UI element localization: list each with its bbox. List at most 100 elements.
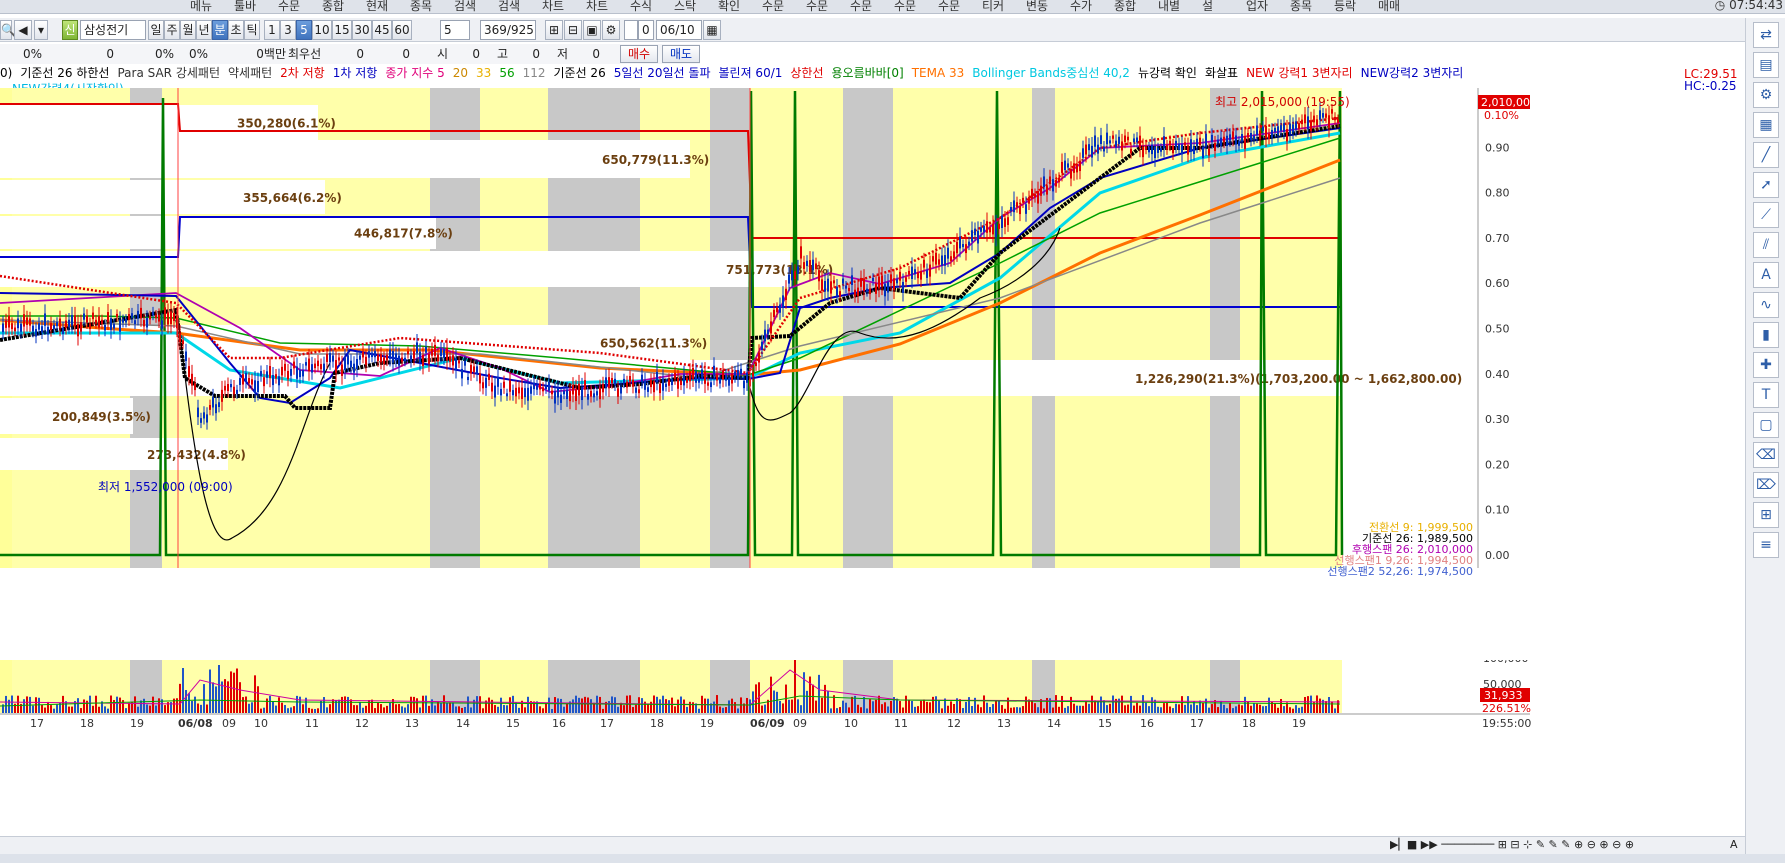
top-menu-item[interactable]: 수가 [1070,0,1092,14]
calendar-icon[interactable]: ▦ [703,20,721,40]
sell-button[interactable]: 매도 [662,45,700,63]
cross-icon[interactable]: ✚ [1753,352,1779,378]
candle-icon[interactable]: ▮ [1753,322,1779,348]
interval-select[interactable]: 5 [440,20,470,40]
buy-button[interactable]: 매수 [620,45,658,63]
zoom-in-icon[interactable]: ⊞ [545,20,563,40]
channel-icon[interactable]: ⫽ [1753,232,1779,258]
text-icon[interactable]: T [1753,382,1779,408]
top-menu-item[interactable]: 차트 [542,0,564,14]
legend-item[interactable]: 56 [499,66,514,80]
period-button[interactable]: 일 [148,20,164,40]
search-icon[interactable]: 🔍 [0,20,16,40]
interval-button[interactable]: 60 [392,20,412,40]
settings-icon[interactable]: ▤ [1753,52,1779,78]
interval-button[interactable]: 15 [332,20,352,40]
legend-item[interactable]: 33 [476,66,491,80]
legend-item[interactable]: 화살표 [1205,66,1238,80]
top-menu-item[interactable]: 차트 [586,0,608,14]
period-button[interactable]: 년 [196,20,212,40]
top-menu-item[interactable]: 티커 [982,0,1004,14]
legend-item[interactable]: 종가 지수 5 [385,66,444,80]
wave-icon[interactable]: ∿ [1753,292,1779,318]
period-button[interactable]: 주 [164,20,180,40]
interval-button[interactable]: 5 [296,20,312,40]
legend-item[interactable]: 0) [0,66,12,80]
stock-badge[interactable]: 신 [62,20,78,40]
top-menu-item[interactable]: 내별 [1158,0,1180,14]
legend-item[interactable]: 용오름바바[0] [832,66,904,80]
top-menu-item[interactable]: 종목 [410,0,432,14]
top-menu-item[interactable]: 확인 [718,0,740,14]
save-icon[interactable]: ▣ [583,20,601,40]
period-button[interactable]: 분 [212,20,228,40]
stock-name-field[interactable]: 삼성전기 [80,20,146,40]
legend-item[interactable]: 112 [523,66,546,80]
legend-item[interactable]: 약세패턴 [228,66,272,80]
speaker-icon[interactable]: ◀ [14,20,32,40]
top-menu-item[interactable]: 업자 [1246,0,1268,14]
top-menu-item[interactable]: 검색 [498,0,520,14]
top-menu-item[interactable]: 툴바 [234,0,256,14]
ruler-icon[interactable]: ≡ [1753,532,1779,558]
legend-item[interactable]: 상한선 [790,66,823,80]
top-menu-item[interactable]: 수문 [938,0,960,14]
legend-item[interactable]: NEW 강력1 3변자리 [1246,66,1353,80]
period-button[interactable]: 월 [180,20,196,40]
gear-icon[interactable]: ⚙ [1753,82,1779,108]
period-button[interactable]: 틱 [244,20,260,40]
legend-item[interactable]: Bollinger Bands중심선 40,2 [972,66,1130,80]
top-menu-item[interactable]: 수문 [806,0,828,14]
indicator-icon[interactable]: ▦ [1753,112,1779,138]
top-menu-item[interactable]: 검색 [454,0,476,14]
top-menu-item[interactable]: 종합 [322,0,344,14]
eraser-icon[interactable]: ⌫ [1753,442,1779,468]
legend-item[interactable]: NEW강력2 3변자리 [1361,66,1464,80]
cursor-icon[interactable]: ➚ [1753,172,1779,198]
box-icon[interactable]: ▢ [1753,412,1779,438]
scroll-controls[interactable]: ▶▏■ ▶▶ ──────── ⊞ ⊟ ⊹ ✎ ✎ ✎ ⊕ ⊖ ⊕ ⊖ ⊕ [1390,838,1634,851]
top-menu-item[interactable]: 매매 [1378,0,1400,14]
bar-count-field[interactable]: 369/925 [480,20,536,40]
top-menu-item[interactable]: 종목 [1290,0,1312,14]
line-icon[interactable]: ╱ [1753,142,1779,168]
top-menu-item[interactable]: 수문 [850,0,872,14]
legend-item[interactable]: 20 [453,66,468,80]
top-menu-item[interactable]: 수식 [630,0,652,14]
grid-icon[interactable]: ⊞ [1753,502,1779,528]
top-menu-item[interactable]: 스탁 [674,0,696,14]
trend-line-icon[interactable]: ⟋ [1753,202,1779,228]
legend-item[interactable]: 2차 저항 [280,66,325,80]
top-menu-item[interactable]: 설 [1202,0,1213,14]
legend-item[interactable]: 기준선 26 [554,66,606,80]
top-menu-item[interactable]: 등락 [1334,0,1356,14]
volume-chart[interactable]: 120200,000150,000100,00050,00031,933226.… [0,660,1745,836]
auto-scale-label[interactable]: A [1730,838,1738,851]
interval-button[interactable]: 3 [280,20,296,40]
legend-item[interactable]: Para SAR 강세패턴 [117,66,220,80]
top-menu-item[interactable]: 수문 [894,0,916,14]
price-chart[interactable]: 350,280(6.1%) 650,779(11.3%) 355,664(6.2%)… [0,88,1745,660]
interval-button[interactable]: 1 [264,20,280,40]
interval-button[interactable]: 30 [352,20,372,40]
legend-item[interactable]: 5일선 20일선 돌파 [614,66,711,80]
top-menu-item[interactable]: 변동 [1026,0,1048,14]
interval-button[interactable]: 10 [312,20,332,40]
eraser-all-icon[interactable]: ⌦ [1753,472,1779,498]
legend-item[interactable]: 기준선 26 하한선 [20,66,109,80]
zoom-out-icon[interactable]: ⊟ [564,20,582,40]
legend-item[interactable]: 볼린져 60/1 [719,66,783,80]
legend-item[interactable]: 뉴강력 확인 [1138,66,1197,80]
top-menu-item[interactable]: 현재 [366,0,388,14]
auto-icon[interactable]: A [1753,262,1779,288]
top-menu-item[interactable]: 메뉴 [190,0,212,14]
top-menu-item[interactable]: 종합 [1114,0,1136,14]
period-button[interactable]: 초 [228,20,244,40]
gear-icon[interactable]: ⚙ [602,20,620,40]
chart-icon[interactable]: ⇄ [1753,22,1779,48]
checkbox[interactable] [624,20,638,40]
dropdown-arrow-icon[interactable]: ▾ [34,20,48,40]
date-field[interactable]: 06/10 [656,20,702,40]
interval-button[interactable]: 45 [372,20,392,40]
top-menu-item[interactable]: 수문 [278,0,300,14]
